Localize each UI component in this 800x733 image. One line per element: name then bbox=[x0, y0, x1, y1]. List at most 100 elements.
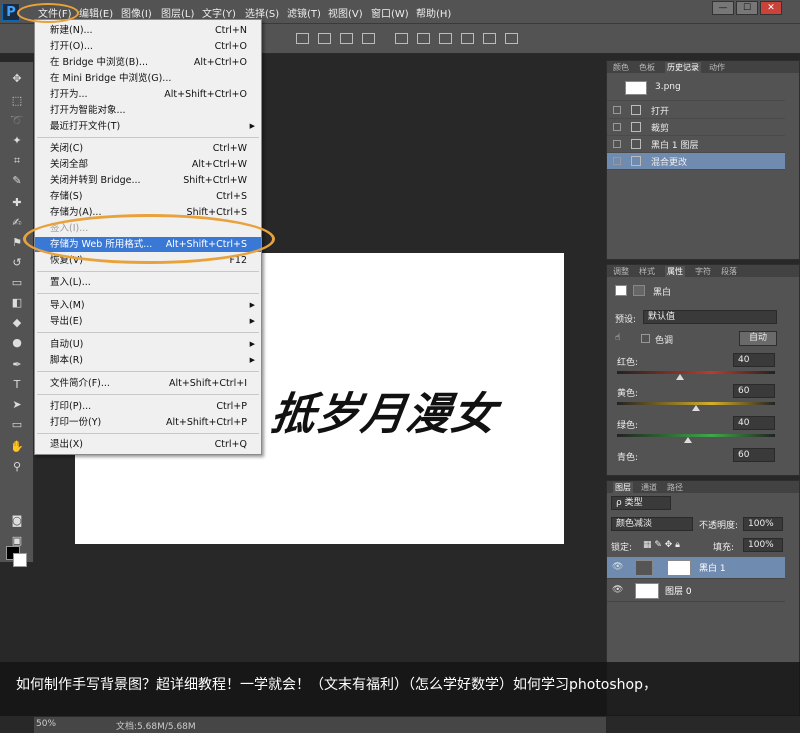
tab-swatches[interactable]: 色板 bbox=[639, 62, 655, 73]
close-button[interactable]: ✕ bbox=[760, 1, 782, 15]
slider-thumb-yellow[interactable] bbox=[692, 405, 700, 411]
menu-item-open-as[interactable]: 打开为... Alt+Shift+Ctrl+O bbox=[35, 87, 261, 102]
tab-actions[interactable]: 动作 bbox=[709, 62, 725, 73]
history-snapshot[interactable]: 3.png bbox=[607, 77, 785, 101]
menu-edit[interactable]: 编辑(E) bbox=[79, 5, 113, 20]
lock-icons[interactable]: ▦ ✎ ✥ 🔒︎ bbox=[643, 540, 680, 550]
eyedropper-tool-icon[interactable]: ✎ bbox=[10, 174, 24, 188]
distribute-icon[interactable] bbox=[439, 33, 452, 44]
menu-item-browse-bridge[interactable]: 在 Bridge 中浏览(B)... Alt+Ctrl+O bbox=[35, 55, 261, 70]
crop-tool-icon[interactable]: ⌗ bbox=[10, 154, 24, 168]
distribute-icon[interactable] bbox=[417, 33, 430, 44]
slider-track-red[interactable] bbox=[617, 371, 775, 380]
menu-window[interactable]: 窗口(W) bbox=[371, 5, 409, 20]
targeted-adjustment-icon[interactable]: ☝ bbox=[615, 333, 620, 343]
history-step[interactable]: 黑白 1 图层 bbox=[607, 136, 785, 153]
background-color-swatch[interactable] bbox=[13, 553, 27, 567]
history-step[interactable]: 混合更改 bbox=[607, 153, 785, 170]
menu-image[interactable]: 图像(I) bbox=[121, 5, 152, 20]
menu-item-import[interactable]: 导入(M) ▶ bbox=[35, 298, 261, 313]
tab-channels[interactable]: 通道 bbox=[641, 482, 657, 493]
history-source-checkbox[interactable] bbox=[613, 106, 621, 114]
tab-layers[interactable]: 图层 bbox=[613, 482, 633, 493]
menu-item-exit[interactable]: 退出(X) Ctrl+Q bbox=[35, 437, 261, 452]
menu-item-new[interactable]: 新建(N)... Ctrl+N bbox=[35, 23, 261, 38]
menu-item-scripts[interactable]: 脚本(R) ▶ bbox=[35, 353, 261, 368]
history-source-checkbox[interactable] bbox=[613, 157, 621, 165]
menu-item-print[interactable]: 打印(P)... Ctrl+P bbox=[35, 399, 261, 414]
distribute-icon[interactable] bbox=[461, 33, 474, 44]
maximize-button[interactable]: ☐ bbox=[736, 1, 758, 15]
marquee-tool-icon[interactable]: ⬚ bbox=[10, 94, 24, 108]
menu-select[interactable]: 选择(S) bbox=[245, 5, 279, 20]
type-tool-icon[interactable]: T bbox=[10, 378, 24, 392]
distribute-icon[interactable] bbox=[505, 33, 518, 44]
fill-input[interactable]: 100% bbox=[743, 538, 783, 552]
menu-item-save[interactable]: 存储(S) Ctrl+S bbox=[35, 189, 261, 204]
slider-track-green[interactable] bbox=[617, 434, 775, 443]
layer-mask-thumbnail[interactable] bbox=[667, 560, 691, 576]
minimize-button[interactable]: — bbox=[712, 1, 734, 15]
menu-item-recent-files[interactable]: 最近打开文件(T) ▶ bbox=[35, 119, 261, 134]
align-icon[interactable] bbox=[296, 33, 309, 44]
menu-item-open-smart-object[interactable]: 打开为智能对象... bbox=[35, 103, 261, 118]
menu-item-browse-mini-bridge[interactable]: 在 Mini Bridge 中浏览(G)... bbox=[35, 71, 261, 86]
lasso-tool-icon[interactable]: ➰ bbox=[10, 114, 24, 128]
layer-row[interactable]: 👁︎ 图层 0 bbox=[607, 580, 785, 602]
slider-thumb-green[interactable] bbox=[684, 437, 693, 443]
visibility-eye-icon[interactable]: 👁︎ bbox=[612, 585, 623, 595]
gradient-tool-icon[interactable]: ◧ bbox=[10, 296, 24, 310]
layer-filter-select[interactable]: ρ 类型 bbox=[611, 496, 671, 510]
menu-view[interactable]: 视图(V) bbox=[328, 5, 363, 20]
layer-row[interactable]: 👁︎ 黑白 1 bbox=[607, 557, 785, 579]
screen-mode-icon[interactable]: ▣ bbox=[10, 534, 24, 548]
quick-mask-icon[interactable]: ◙ bbox=[10, 514, 24, 528]
align-icon[interactable] bbox=[318, 33, 331, 44]
tab-paths[interactable]: 路径 bbox=[667, 482, 683, 493]
distribute-icon[interactable] bbox=[395, 33, 408, 44]
menu-item-close-all[interactable]: 关闭全部 Alt+Ctrl+W bbox=[35, 157, 261, 172]
slider-value-green[interactable]: 40 bbox=[733, 416, 775, 430]
tint-checkbox[interactable] bbox=[641, 334, 650, 343]
blend-mode-select[interactable]: 颜色减淡 bbox=[611, 517, 693, 531]
history-source-checkbox[interactable] bbox=[613, 140, 621, 148]
eraser-tool-icon[interactable]: ▭ bbox=[10, 276, 24, 290]
menu-layer[interactable]: 图层(L) bbox=[161, 5, 194, 20]
magic-wand-tool-icon[interactable]: ✦ bbox=[10, 134, 24, 148]
shape-tool-icon[interactable]: ▭ bbox=[10, 418, 24, 432]
zoom-level[interactable]: 50% bbox=[36, 719, 56, 729]
slider-value-yellow[interactable]: 60 bbox=[733, 384, 775, 398]
menu-item-close[interactable]: 关闭(C) Ctrl+W bbox=[35, 141, 261, 156]
document-info[interactable]: 文档:5.68M/5.68M bbox=[116, 719, 196, 732]
menu-item-automate[interactable]: 自动(U) ▶ bbox=[35, 337, 261, 352]
auto-button[interactable]: 自动 bbox=[739, 331, 777, 346]
history-source-checkbox[interactable] bbox=[613, 123, 621, 131]
distribute-icon[interactable] bbox=[483, 33, 496, 44]
menu-item-export[interactable]: 导出(E) ▶ bbox=[35, 314, 261, 329]
tab-character[interactable]: 字符 bbox=[695, 266, 711, 277]
menu-item-close-go-bridge[interactable]: 关闭并转到 Bridge... Shift+Ctrl+W bbox=[35, 173, 261, 188]
dodge-tool-icon[interactable]: ● bbox=[10, 336, 24, 350]
menu-item-file-info[interactable]: 文件简介(F)... Alt+Shift+Ctrl+I bbox=[35, 376, 261, 391]
tab-paragraph[interactable]: 段落 bbox=[721, 266, 737, 277]
preset-select[interactable]: 默认值 bbox=[643, 310, 777, 324]
tab-color[interactable]: 颜色 bbox=[613, 62, 629, 73]
tab-styles[interactable]: 样式 bbox=[639, 266, 655, 277]
history-brush-tool-icon[interactable]: ↺ bbox=[10, 256, 24, 270]
tab-adjustments[interactable]: 调整 bbox=[613, 266, 629, 277]
menu-type[interactable]: 文字(Y) bbox=[202, 5, 236, 20]
healing-brush-tool-icon[interactable]: ✚ bbox=[10, 196, 24, 210]
slider-value-red[interactable]: 40 bbox=[733, 353, 775, 367]
menu-filter[interactable]: 滤镜(T) bbox=[287, 5, 321, 20]
zoom-tool-icon[interactable]: ⚲ bbox=[10, 460, 24, 474]
slider-thumb-red[interactable] bbox=[676, 374, 685, 380]
slider-track-yellow[interactable] bbox=[617, 402, 775, 411]
align-icon[interactable] bbox=[362, 33, 375, 44]
visibility-eye-icon[interactable]: 👁︎ bbox=[612, 562, 623, 572]
path-selection-tool-icon[interactable]: ➤ bbox=[10, 398, 24, 412]
move-tool-icon[interactable]: ✥ bbox=[10, 72, 24, 86]
opacity-input[interactable]: 100% bbox=[743, 517, 783, 531]
tab-properties[interactable]: 属性 bbox=[665, 266, 685, 277]
tab-history[interactable]: 历史记录 bbox=[665, 62, 701, 73]
pen-tool-icon[interactable]: ✒ bbox=[10, 358, 24, 372]
